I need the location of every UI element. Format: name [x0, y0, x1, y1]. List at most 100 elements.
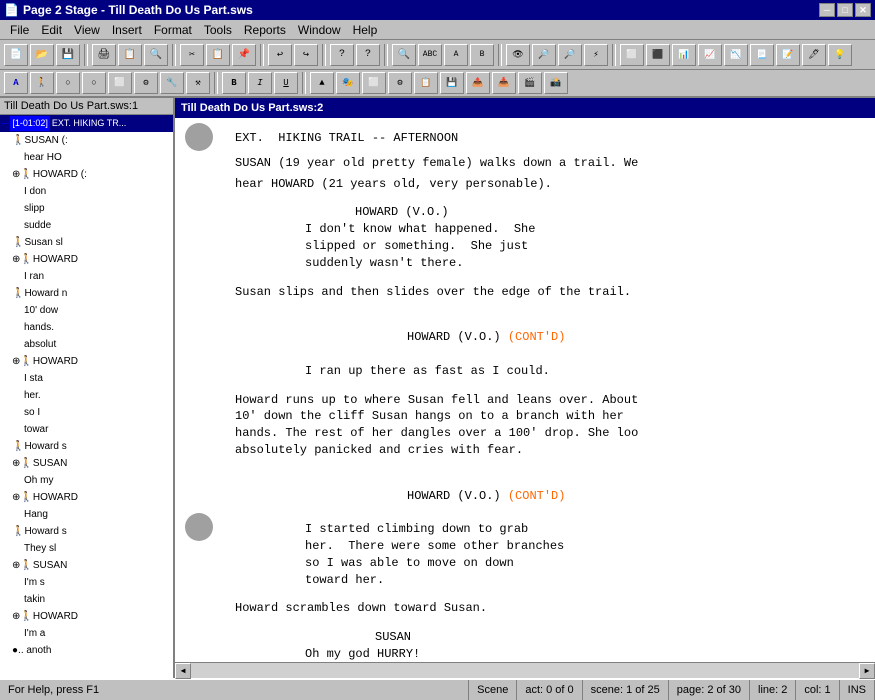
- t2-btn-18[interactable]: 📤: [466, 72, 490, 94]
- horizontal-scrollbar[interactable]: ◀ ▶: [175, 662, 875, 678]
- tree-dialog-10[interactable]: her.: [0, 387, 173, 404]
- menu-reports[interactable]: Reports: [238, 21, 292, 39]
- tree-susan-1[interactable]: 🚶SUSAN (:: [0, 132, 173, 149]
- paste-button[interactable]: 📌: [232, 44, 256, 66]
- t2-btn-7[interactable]: 🔧: [160, 72, 184, 94]
- t2-btn-9[interactable]: B: [222, 72, 246, 94]
- tree-dialog-14[interactable]: Hang: [0, 506, 173, 523]
- icon-5[interactable]: ⬜: [620, 44, 644, 66]
- undo-button[interactable]: ↩: [268, 44, 292, 66]
- maximize-button[interactable]: □: [837, 3, 853, 17]
- redo-button[interactable]: ↪: [294, 44, 318, 66]
- minimize-button[interactable]: ─: [819, 3, 835, 17]
- tree-item-scene1[interactable]: ─ [1-01:02] EXT. HIKING TR...: [0, 115, 173, 132]
- tree-howard-5[interactable]: ⊕🚶HOWARD: [0, 608, 173, 625]
- tree-howard-2[interactable]: ⊕🚶HOWARD: [0, 251, 173, 268]
- menu-window[interactable]: Window: [292, 21, 347, 39]
- tree-howard-action-3[interactable]: 🚶Howard s: [0, 523, 173, 540]
- t2-btn-21[interactable]: 📸: [544, 72, 568, 94]
- print-button[interactable]: 🖨: [92, 44, 116, 66]
- tree-dialog-8[interactable]: absolut: [0, 336, 173, 353]
- print2-button[interactable]: 📋: [118, 44, 142, 66]
- tree-dialog-7[interactable]: hands.: [0, 319, 173, 336]
- icon-9[interactable]: 📉: [724, 44, 748, 66]
- menu-help[interactable]: Help: [347, 21, 384, 39]
- tree-dialog-12[interactable]: towar: [0, 421, 173, 438]
- scroll-left-button[interactable]: ◀: [175, 663, 191, 679]
- icon-10[interactable]: 📃: [750, 44, 774, 66]
- tree-dialog-5[interactable]: I ran: [0, 268, 173, 285]
- icon-6[interactable]: ⬛: [646, 44, 670, 66]
- menu-file[interactable]: File: [4, 21, 35, 39]
- t2-btn-16[interactable]: 📋: [414, 72, 438, 94]
- menu-insert[interactable]: Insert: [106, 21, 148, 39]
- tree-dialog-18[interactable]: I'm a: [0, 625, 173, 642]
- menu-view[interactable]: View: [68, 21, 106, 39]
- t2-btn-2[interactable]: 🚶: [30, 72, 54, 94]
- t2-btn-20[interactable]: 🎬: [518, 72, 542, 94]
- icon-4[interactable]: ⚡: [584, 44, 608, 66]
- t2-btn-19[interactable]: 📥: [492, 72, 516, 94]
- icon-2[interactable]: 🔎: [532, 44, 556, 66]
- script-area[interactable]: EXT. HIKING TRAIL -- AFTERNOON SUSAN (19…: [175, 118, 875, 662]
- t2-btn-5[interactable]: ⬜: [108, 72, 132, 94]
- tree-dialog-4[interactable]: sudde: [0, 217, 173, 234]
- t2-btn-4[interactable]: ○: [82, 72, 106, 94]
- tree-dialog-15[interactable]: They sl: [0, 540, 173, 557]
- tree-dialog-17[interactable]: takin: [0, 591, 173, 608]
- icon-11[interactable]: 📝: [776, 44, 800, 66]
- help-button[interactable]: ?: [330, 44, 354, 66]
- tree-howard-action-2[interactable]: 🚶Howard s: [0, 438, 173, 455]
- format-b[interactable]: B: [470, 44, 494, 66]
- t2-btn-11[interactable]: U: [274, 72, 298, 94]
- icon-13[interactable]: 💡: [828, 44, 852, 66]
- icon-8[interactable]: 📈: [698, 44, 722, 66]
- icon-12[interactable]: 🖊: [802, 44, 826, 66]
- menu-format[interactable]: Format: [148, 21, 198, 39]
- icon-7[interactable]: 📊: [672, 44, 696, 66]
- menu-tools[interactable]: Tools: [198, 21, 238, 39]
- scene-button[interactable]: ABC: [418, 44, 442, 66]
- t2-btn-14[interactable]: ⬜: [362, 72, 386, 94]
- tree-dialog-11[interactable]: so I: [0, 404, 173, 421]
- save-button[interactable]: 💾: [56, 44, 80, 66]
- t2-btn-17[interactable]: 💾: [440, 72, 464, 94]
- t2-btn-13[interactable]: 🎭: [336, 72, 360, 94]
- tree-dialog-2[interactable]: I don: [0, 183, 173, 200]
- copy-button[interactable]: 📋: [206, 44, 230, 66]
- t2-btn-6[interactable]: ⚙: [134, 72, 158, 94]
- tree-howard-1[interactable]: ⊕🚶HOWARD (:: [0, 166, 173, 183]
- open-button[interactable]: 📂: [30, 44, 54, 66]
- t2-btn-8[interactable]: ⚒: [186, 72, 210, 94]
- tree-dialog-6[interactable]: 10' dow: [0, 302, 173, 319]
- tree-susan-action-1[interactable]: 🚶Susan sl: [0, 234, 173, 251]
- t2-btn-12[interactable]: ▲: [310, 72, 334, 94]
- tree-dialog-1[interactable]: hear HO: [0, 149, 173, 166]
- help2-button[interactable]: ?: [356, 44, 380, 66]
- new-button[interactable]: 📄: [4, 44, 28, 66]
- icon-3[interactable]: 🔎: [558, 44, 582, 66]
- close-button[interactable]: ✕: [855, 3, 871, 17]
- tree-dialog-3[interactable]: slipp: [0, 200, 173, 217]
- icon-1[interactable]: 👁: [506, 44, 530, 66]
- format-a[interactable]: A: [444, 44, 468, 66]
- t2-btn-10[interactable]: I: [248, 72, 272, 94]
- tree-dialog-16[interactable]: I'm s: [0, 574, 173, 591]
- scroll-right-button[interactable]: ▶: [859, 663, 875, 679]
- cut-button[interactable]: ✂: [180, 44, 204, 66]
- t2-btn-15[interactable]: ⚙: [388, 72, 412, 94]
- tree-dialog-9[interactable]: I sta: [0, 370, 173, 387]
- preview-button[interactable]: 🔍: [144, 44, 168, 66]
- tree-susan-2[interactable]: ⊕🚶SUSAN: [0, 455, 173, 472]
- scroll-track[interactable]: [191, 663, 859, 678]
- t2-btn-3[interactable]: ○: [56, 72, 80, 94]
- menu-edit[interactable]: Edit: [35, 21, 68, 39]
- tree-howard-action-1[interactable]: 🚶Howard n: [0, 285, 173, 302]
- tree-howard-4[interactable]: ⊕🚶HOWARD: [0, 489, 173, 506]
- find-button[interactable]: 🔍: [392, 44, 416, 66]
- tree-susan-3[interactable]: ⊕🚶SUSAN: [0, 557, 173, 574]
- tree-howard-3[interactable]: ⊕🚶HOWARD: [0, 353, 173, 370]
- t2-btn-1[interactable]: A: [4, 72, 28, 94]
- tree-dialog-13[interactable]: Oh my: [0, 472, 173, 489]
- tree-more[interactable]: ●.. anoth: [0, 642, 173, 659]
